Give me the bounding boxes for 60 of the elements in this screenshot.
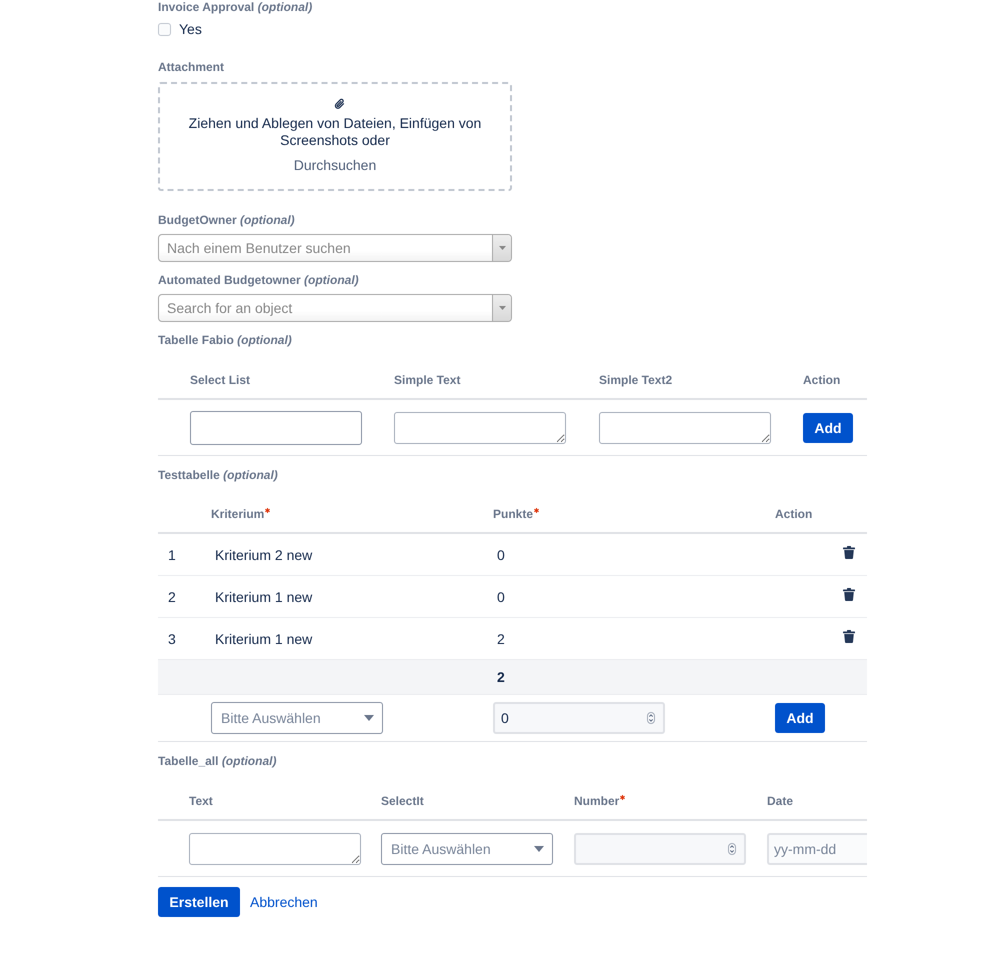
row-index: 2 bbox=[168, 588, 176, 604]
column-header: Simple Text2 bbox=[599, 373, 672, 387]
browse-link[interactable]: Durchsuchen bbox=[294, 157, 376, 174]
cancel-link[interactable]: Abbrechen bbox=[250, 894, 318, 910]
number-field[interactable] bbox=[574, 832, 746, 864]
points-value: 0 bbox=[497, 546, 505, 562]
row-index: 1 bbox=[168, 546, 176, 562]
caret-icon bbox=[498, 306, 506, 310]
field-label: Tabelle_all (optional) bbox=[158, 754, 276, 768]
caret-icon bbox=[364, 715, 374, 721]
column-header: Action bbox=[775, 507, 812, 521]
number-field[interactable]: 0 bbox=[493, 702, 665, 734]
column-header: Number bbox=[574, 794, 620, 808]
field-label: Automated Budgetowner (optional) bbox=[158, 273, 359, 287]
criterion-text: Kriterium 2 new bbox=[215, 546, 312, 562]
column-header: Action bbox=[803, 373, 840, 387]
trash-icon[interactable] bbox=[843, 588, 855, 602]
spinner-icon[interactable] bbox=[647, 712, 655, 724]
field-label: Attachment bbox=[158, 60, 224, 74]
file-drop-zone[interactable]: Ziehen und Ablegen von Dateien, Einfügen von Screenshots oder Durchsuchen bbox=[158, 82, 512, 191]
trash-icon[interactable] bbox=[843, 546, 855, 560]
column-header: SelectIt bbox=[381, 794, 424, 808]
checkbox-label: Yes bbox=[179, 20, 202, 38]
caret-icon bbox=[534, 846, 544, 852]
column-header: Text bbox=[189, 794, 213, 808]
column-header: Punkte bbox=[493, 507, 534, 521]
drop-instructions: Ziehen und Ablegen von Dateien, Einfügen von Screenshots oder bbox=[188, 115, 482, 149]
criterion-text: Kriterium 1 new bbox=[215, 630, 312, 646]
checkbox[interactable] bbox=[158, 22, 171, 36]
criterion-text: Kriterium 1 new bbox=[215, 588, 312, 604]
select-field[interactable]: Bitte Auswählen bbox=[211, 702, 383, 734]
paperclip-icon bbox=[334, 98, 346, 110]
text-area-field[interactable] bbox=[189, 832, 361, 864]
field-label: Invoice Approval (optional) bbox=[158, 0, 312, 14]
trash-icon[interactable] bbox=[843, 630, 855, 644]
date-field[interactable]: yy-mm-dd bbox=[767, 832, 867, 864]
column-header: Kriterium bbox=[211, 507, 264, 521]
text-field[interactable] bbox=[190, 410, 362, 444]
dropdown-button[interactable] bbox=[492, 295, 511, 321]
spinner-icon[interactable] bbox=[728, 842, 736, 854]
select-field[interactable]: Bitte Auswählen bbox=[381, 832, 553, 864]
user-picker-field[interactable]: Nach einem Benutzer suchen bbox=[158, 234, 512, 262]
field-label: BudgetOwner (optional) bbox=[158, 213, 295, 227]
row-index: 3 bbox=[168, 630, 176, 646]
points-value: 0 bbox=[497, 588, 505, 604]
column-header: Simple Text bbox=[394, 373, 460, 387]
text-area-field[interactable] bbox=[599, 412, 771, 444]
text-area-field[interactable] bbox=[394, 412, 566, 444]
dropdown-button[interactable] bbox=[492, 235, 511, 261]
add-button[interactable]: Add bbox=[803, 412, 853, 442]
caret-icon bbox=[498, 246, 506, 250]
column-header: Select List bbox=[190, 373, 250, 387]
column-header: Date bbox=[767, 794, 794, 808]
total-value: 2 bbox=[497, 669, 505, 685]
object-picker-field[interactable]: Search for an object bbox=[158, 294, 512, 322]
points-value: 2 bbox=[497, 630, 505, 646]
field-label: Tabelle Fabio (optional) bbox=[158, 333, 292, 347]
add-button[interactable]: Add bbox=[775, 703, 825, 733]
field-label: Testtabelle (optional) bbox=[158, 468, 278, 482]
create-button[interactable]: Erstellen bbox=[158, 887, 240, 917]
